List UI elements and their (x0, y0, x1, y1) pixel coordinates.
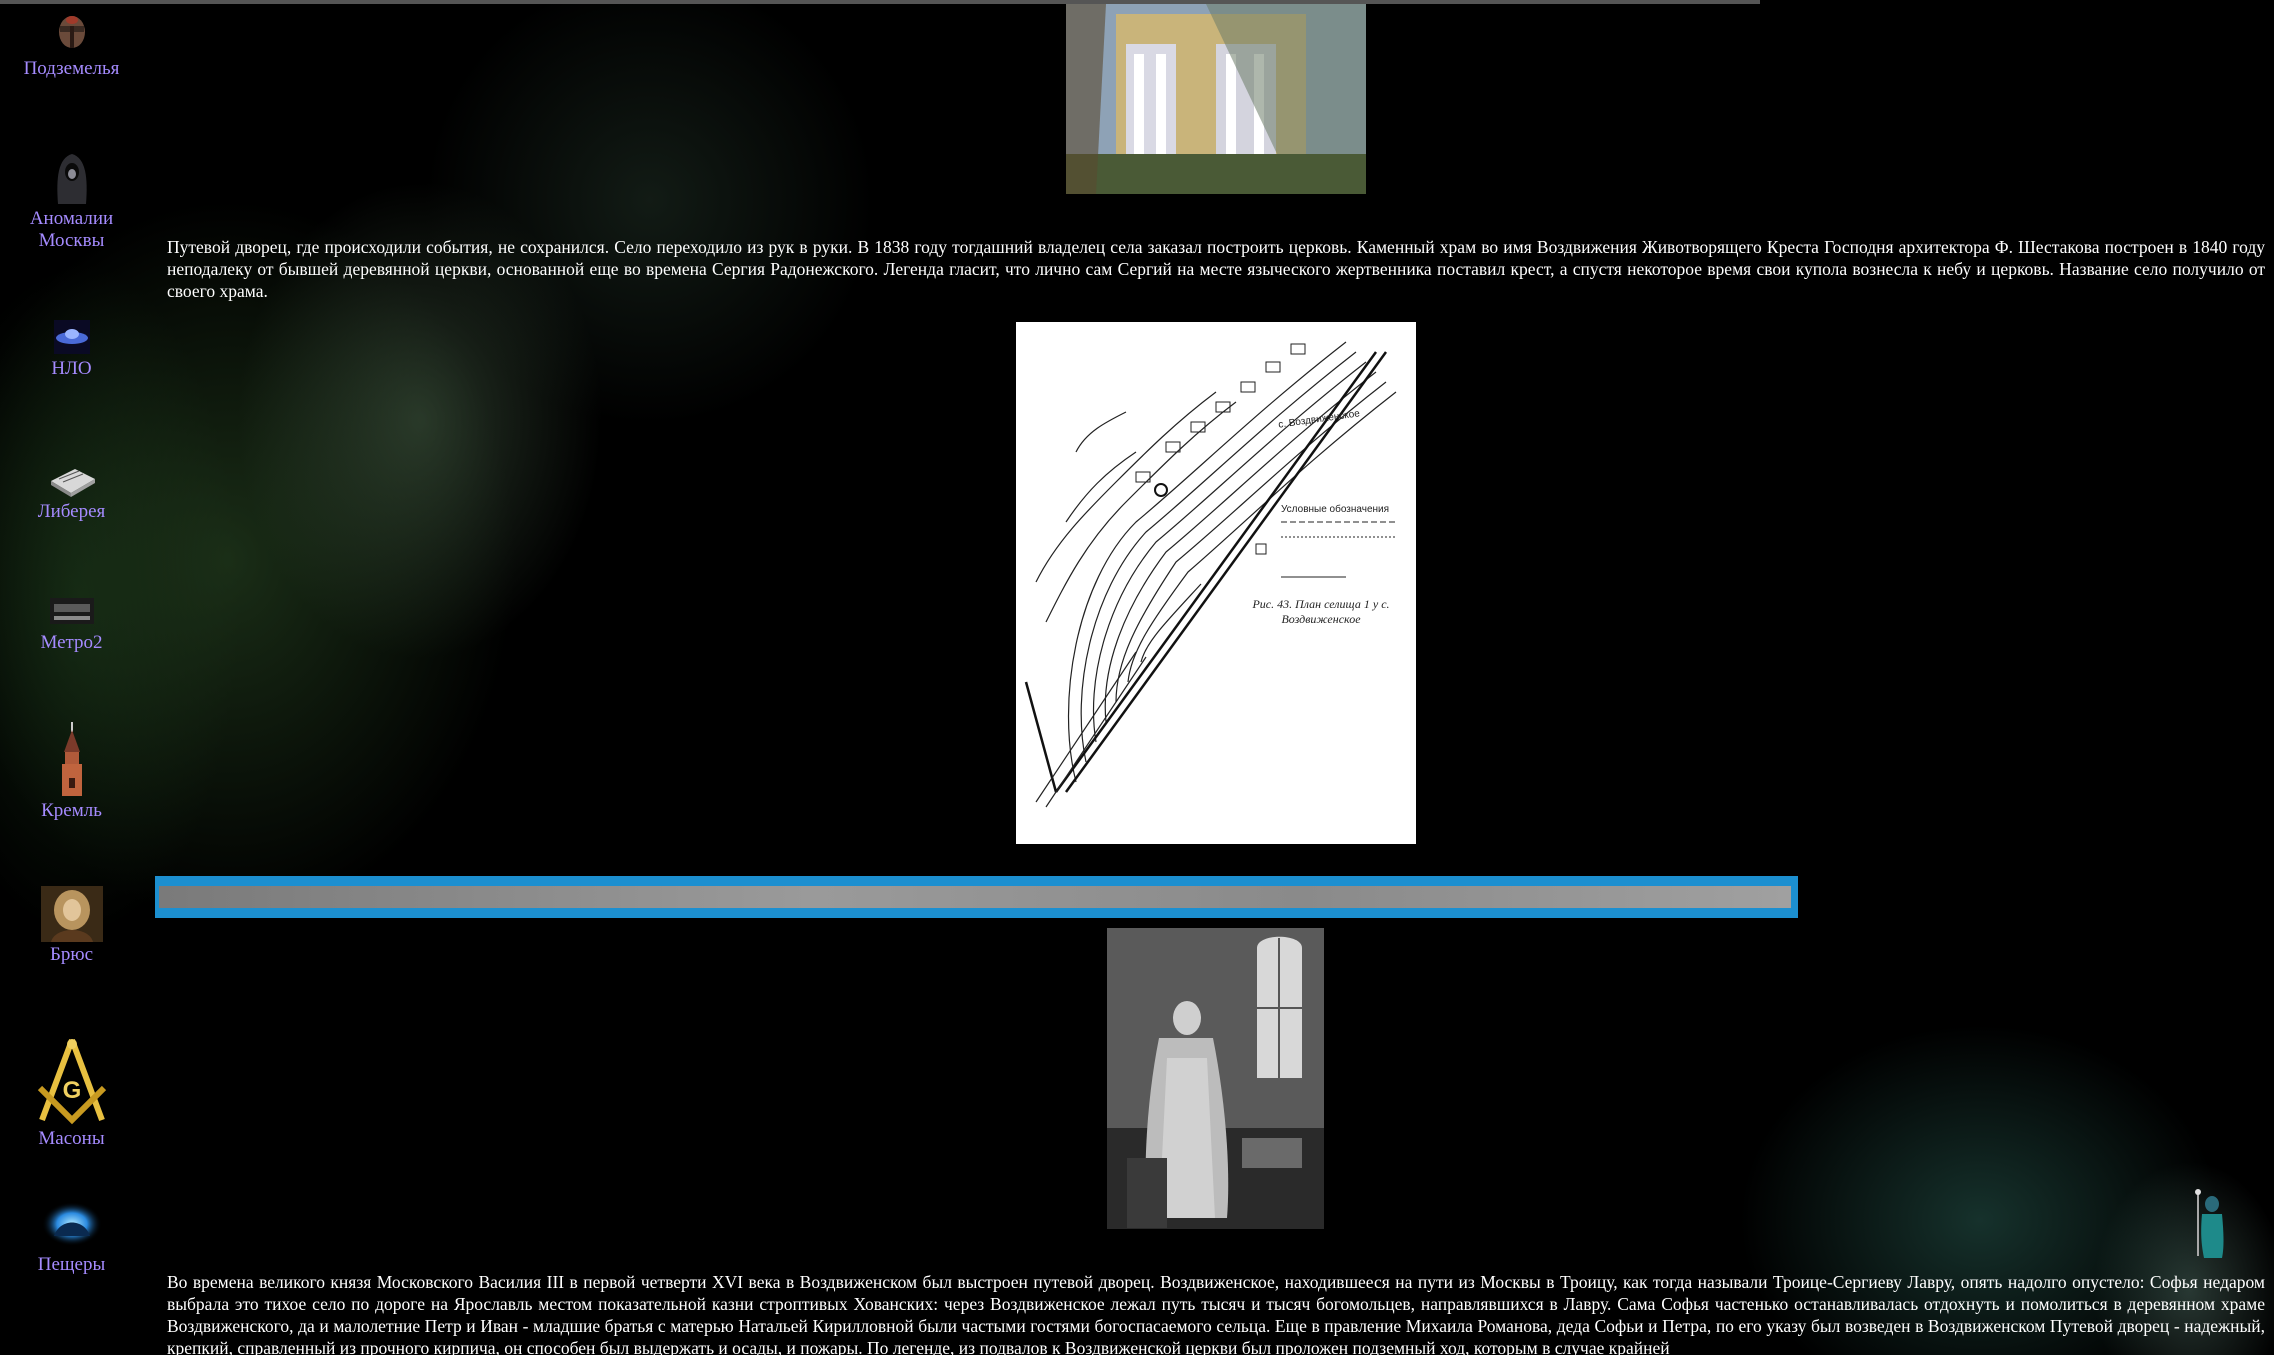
site-plan-map: с. Воздвиженское Условные обозначения Ри… (1016, 322, 1416, 844)
cave-glow-icon (41, 1202, 102, 1246)
sidebar-item-metro2[interactable]: Метро2 (0, 592, 143, 654)
map-caption: Рис. 43. План селища 1 у с. Воздвиженско… (1252, 597, 1390, 626)
svg-text:G: G (62, 1077, 81, 1104)
sidebar-item-label: Масоны (38, 1128, 105, 1149)
sidebar-item-anomalii[interactable]: Аномалии Москвы (0, 152, 143, 252)
metro-train-icon (49, 598, 94, 624)
sidebar-item-peshchery[interactable]: Пещеры (0, 1198, 143, 1276)
sidebar-item-label: Кремль (41, 800, 102, 821)
section-divider-bar (159, 886, 1791, 908)
article-paragraph-1: Путевой дворец, где происходили события,… (167, 237, 2265, 301)
sidebar-item-brus[interactable]: Брюс (0, 886, 143, 966)
sidebar-item-libereya[interactable]: Либерея (0, 457, 143, 523)
top-border (0, 0, 1760, 4)
sidebar-item-podzemelya[interactable]: Подземелья (0, 12, 143, 80)
map-legend-title: Условные обозначения (1281, 504, 1390, 515)
sidebar-item-label: Пещеры (37, 1254, 106, 1275)
sidebar-item-label: НЛО (51, 358, 92, 379)
sidebar-item-label: Подземелья (23, 58, 120, 79)
sidebar-item-label: Брюс (49, 944, 94, 965)
helmet-icon (58, 16, 85, 48)
sidebar-item-masony[interactable]: G Масоны (0, 1036, 143, 1150)
forest-background (0, 0, 1100, 1000)
sidebar-item-nlo[interactable]: НЛО (0, 318, 143, 380)
sidebar-nav: Подземелья Аномалии Москвы НЛО Либерея М… (0, 0, 145, 1355)
sidebar-item-label: Аномалии (29, 208, 114, 229)
article-paragraph-2: Во времена великого князя Московского Ва… (167, 1272, 2265, 1355)
sidebar-item-label: Москвы (38, 230, 105, 251)
hooded-figure-icon (56, 154, 87, 204)
bruce-portrait-icon (40, 886, 103, 942)
wizard-figure-icon[interactable] (2190, 1186, 2230, 1260)
church-photo (1066, 4, 1366, 194)
book-icon (50, 469, 95, 497)
ufo-icon (53, 320, 90, 354)
section-divider (155, 876, 1798, 918)
tsarevna-sofia-painting (1107, 928, 1324, 1229)
sidebar-item-label: Либерея (37, 501, 106, 522)
sidebar-item-label: Метро2 (40, 632, 103, 653)
masonic-compass-icon: G (37, 1038, 106, 1125)
sidebar-item-kreml[interactable]: Кремль (0, 722, 143, 822)
kremlin-tower-icon (61, 722, 82, 796)
